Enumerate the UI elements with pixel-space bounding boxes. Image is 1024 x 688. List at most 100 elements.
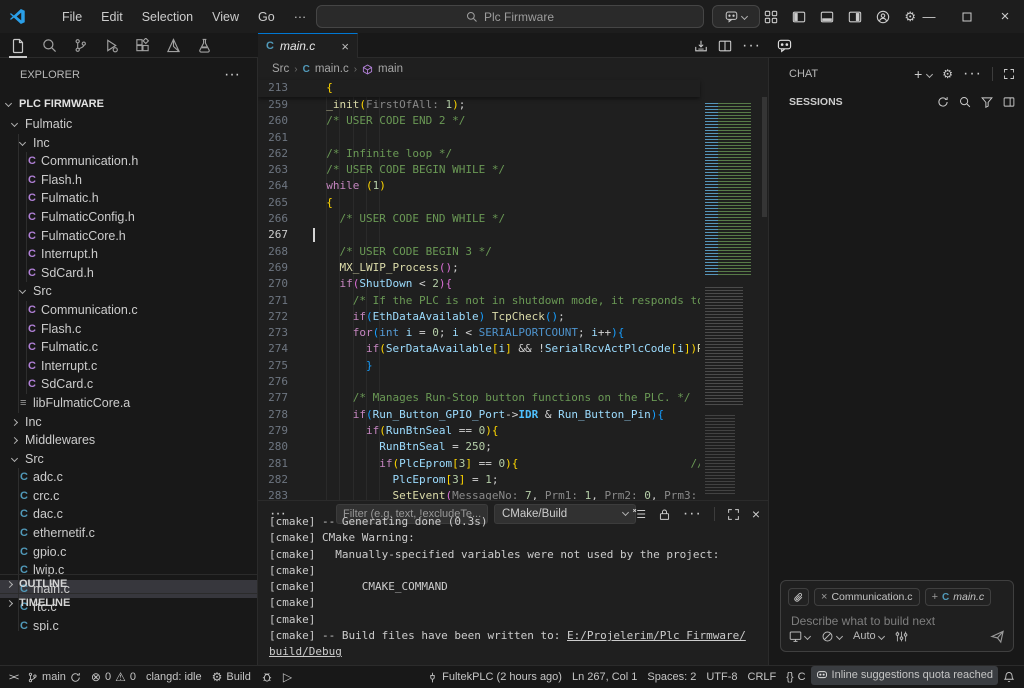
chat-settings-gear-icon[interactable]: ⚙	[942, 67, 953, 81]
tree-item-sdcard-c[interactable]: CSdCard.c	[0, 375, 258, 394]
tree-item-middlewares[interactable]: Middlewares	[0, 431, 258, 450]
tree-item-communication-c[interactable]: CCommunication.c	[0, 301, 258, 320]
code-line-278[interactable]: 278 if(Run_Button_GPIO_Port->IDR & Run_B…	[258, 407, 700, 423]
git-branch-item[interactable]: main	[22, 666, 86, 688]
filter-icon[interactable]	[981, 96, 993, 108]
copilot-titlebar-button[interactable]	[712, 5, 760, 28]
code-line-272[interactable]: 272 if(EthDataAvailable) TcpCheck();	[258, 309, 700, 325]
cmake-kit-item[interactable]: FultekPLC (2 hours ago)	[422, 666, 567, 688]
menu-edit[interactable]: Edit	[101, 10, 123, 24]
tree-item-flash-h[interactable]: CFlash.h	[0, 171, 258, 190]
debug-target-icon[interactable]	[256, 666, 278, 688]
chat-input-box[interactable]: × Communication.c + C main.c Describe wh…	[780, 580, 1014, 652]
code-line-275[interactable]: 275 }	[258, 358, 700, 374]
code-line-259[interactable]: 259 _init(FirstOfAll: 1);	[258, 97, 700, 113]
send-button[interactable]	[990, 629, 1005, 644]
cmake-build-button[interactable]: ⚙Build	[207, 666, 256, 688]
minimap[interactable]	[700, 97, 760, 500]
code-line-262[interactable]: 262 /* Infinite loop */	[258, 146, 700, 162]
menu-selection[interactable]: Selection	[142, 10, 193, 24]
tree-item-adc-c[interactable]: Cadc.c	[0, 468, 258, 487]
tree-item-src[interactable]: Src	[0, 282, 258, 301]
chat-mode-icon[interactable]	[789, 630, 810, 643]
extensions-icon[interactable]	[131, 34, 153, 58]
command-center-search[interactable]: Plc Firmware	[316, 5, 704, 28]
encoding-item[interactable]: UTF-8	[701, 666, 742, 688]
split-view-icon[interactable]	[1003, 96, 1015, 108]
tree-item-interrupt-c[interactable]: CInterrupt.c	[0, 357, 258, 376]
code-line-282[interactable]: 282 PlcEprom[3] = 1;	[258, 472, 700, 488]
copilot-status-item[interactable]: Inline suggestions quota reached	[811, 666, 998, 685]
code-line-269[interactable]: 269 MX_LWIP_Process();	[258, 260, 700, 276]
search-view-icon[interactable]	[38, 34, 60, 58]
toggle-secondary-sidebar-icon[interactable]	[848, 10, 862, 24]
tree-item-fulmatic[interactable]: Fulmatic	[0, 115, 258, 134]
remove-chip-icon[interactable]: ×	[821, 591, 827, 603]
explorer-icon[interactable]	[7, 34, 29, 58]
outline-section[interactable]: OUTLINE	[0, 574, 258, 593]
build-output[interactable]: [cmake] -- Generating done (0.3s)[cmake]…	[269, 514, 761, 659]
menu-file[interactable]: File	[62, 10, 82, 24]
refresh-icon[interactable]	[937, 96, 949, 108]
toggle-primary-sidebar-icon[interactable]	[792, 10, 806, 24]
remote-indicator[interactable]: ><	[4, 666, 22, 688]
tab-main-c[interactable]: C main.c ×	[258, 33, 358, 58]
code-line-266[interactable]: 266 /* USER CODE END WHILE */	[258, 211, 700, 227]
tree-item-interrupt-h[interactable]: CInterrupt.h	[0, 245, 258, 264]
cmake-icon[interactable]	[162, 34, 184, 58]
timeline-section[interactable]: TIMELINE	[0, 593, 258, 612]
menu-view[interactable]: View	[212, 10, 239, 24]
install-download-icon[interactable]	[694, 39, 708, 53]
code-line-279[interactable]: 279 if(RunBtnSeal == 0){	[258, 423, 700, 439]
open-chat-editor-icon[interactable]	[1003, 68, 1015, 80]
clangd-status[interactable]: clangd: idle	[141, 666, 207, 688]
tree-item-fulmatic-c[interactable]: CFulmatic.c	[0, 338, 258, 357]
project-root-folder[interactable]: PLC FIRMWARE	[0, 94, 258, 114]
notifications-bell-icon[interactable]	[998, 666, 1020, 688]
source-control-icon[interactable]	[69, 34, 91, 58]
tree-item-dac-c[interactable]: Cdac.c	[0, 505, 258, 524]
close-window-button[interactable]: ×	[986, 0, 1024, 33]
cursor-position-item[interactable]: Ln 267, Col 1	[567, 666, 642, 688]
tree-item-gpio-c[interactable]: Cgpio.c	[0, 543, 258, 562]
code-line-270[interactable]: 270 if(ShutDown < 2){	[258, 276, 700, 292]
chat-more-actions-icon[interactable]: ···	[963, 65, 982, 83]
search-sessions-icon[interactable]	[959, 96, 971, 108]
code-line-280[interactable]: 280 RunBtnSeal = 250;	[258, 439, 700, 455]
maximize-button[interactable]	[948, 0, 986, 33]
editor-more-actions-icon[interactable]: ···	[742, 37, 761, 55]
toggle-panel-icon[interactable]	[820, 10, 834, 24]
menu-more[interactable]: ···	[294, 10, 307, 24]
code-line-261[interactable]: 261	[258, 130, 700, 146]
testing-icon[interactable]	[193, 34, 215, 58]
tree-item-libfulmaticcore-a[interactable]: ≡libFulmaticCore.a	[0, 394, 258, 413]
close-tab-icon[interactable]: ×	[341, 39, 349, 54]
code-line-267[interactable]: 267	[258, 227, 700, 243]
code-line-276[interactable]: 276	[258, 374, 700, 390]
attach-context-button[interactable]	[788, 588, 809, 606]
customize-layout-icon[interactable]	[764, 10, 778, 24]
sticky-scroll-line[interactable]: 213 {	[258, 80, 700, 97]
code-line-271[interactable]: 271 /* If the PLC is not in shutdown mod…	[258, 293, 700, 309]
auto-model-selector[interactable]: Auto	[853, 630, 884, 642]
eol-item[interactable]: CRLF	[743, 666, 782, 688]
code-line-260[interactable]: 260 /* USER CODE END 2 */	[258, 113, 700, 129]
tree-item-crc-c[interactable]: Ccrc.c	[0, 487, 258, 506]
code-editor[interactable]: Src› C main.c› main 213 { 259 _init(Firs…	[258, 58, 768, 500]
code-line-273[interactable]: 273 for(int i = 0; i < SERIALPORTCOUNT; …	[258, 325, 700, 341]
tree-item-inc[interactable]: Inc	[0, 413, 258, 432]
language-mode-item[interactable]: {}C	[781, 666, 810, 688]
explorer-more-actions-icon[interactable]: ···	[224, 66, 240, 84]
code-line-277[interactable]: 277 /* Manages Run-Stop button functions…	[258, 390, 700, 406]
code-line-281[interactable]: 281 if(PlcEprom[3] == 0){ //Ch	[258, 456, 700, 472]
code-line-274[interactable]: 274 if(SerDataAvailable[i] && !SerialRcv…	[258, 341, 700, 357]
chat-panel-tab[interactable]	[777, 33, 792, 58]
new-chat-button[interactable]: +	[914, 66, 922, 82]
menu-go[interactable]: Go	[258, 10, 275, 24]
tree-item-communication-h[interactable]: CCommunication.h	[0, 152, 258, 171]
code-line-213[interactable]: 213 {	[258, 80, 700, 96]
tree-item-fulmatic-h[interactable]: CFulmatic.h	[0, 189, 258, 208]
launch-play-icon[interactable]: ▷	[278, 666, 297, 688]
model-picker-icon[interactable]	[821, 630, 842, 643]
output-path-link[interactable]: E:/Projelerim/Plc Firmware/	[567, 629, 746, 642]
